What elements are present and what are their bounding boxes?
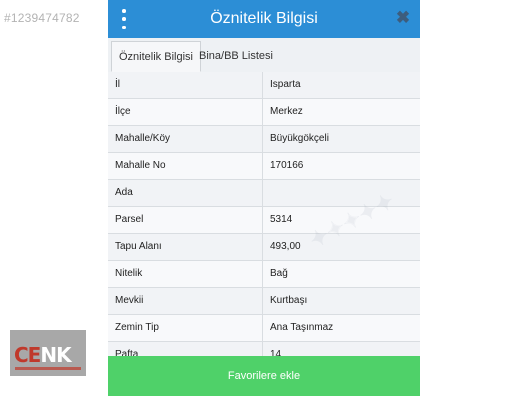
company-logo: CENK	[10, 330, 86, 376]
panel-title: Öznitelik Bilgisi	[210, 10, 318, 27]
row-value	[263, 180, 420, 206]
row-label: Mahalle No	[108, 153, 263, 179]
tab-attribute-info[interactable]: Öznitelik Bilgisi	[111, 41, 201, 72]
row-label: Mahalle/Köy	[108, 126, 263, 152]
table-row: Mevkii Kurtbaşı	[108, 288, 420, 315]
table-row: İlçe Merkez	[108, 99, 420, 126]
row-label: Parsel	[108, 207, 263, 233]
table-row: Tapu Alanı 493,00	[108, 234, 420, 261]
row-value: Ana Taşınmaz	[270, 322, 334, 333]
row-label: İl	[108, 72, 263, 98]
row-label: İlçe	[108, 99, 263, 125]
table-row: Zemin Tip Ana Taşınmaz	[108, 315, 420, 342]
panel-header: Öznitelik Bilgisi ✖	[108, 0, 420, 38]
row-label: Mevkii	[108, 288, 263, 314]
tab-bar: Öznitelik Bilgisi Bina/BB Listesi	[108, 38, 420, 73]
add-to-favorites-button[interactable]: Favorilere ekle	[108, 356, 420, 396]
table-row: Mahalle No 170166	[108, 153, 420, 180]
attribute-panel: Öznitelik Bilgisi ✖ Öznitelik Bilgisi Bi…	[108, 0, 420, 396]
tab-building-list[interactable]: Bina/BB Listesi	[192, 41, 280, 72]
table-row: Mahalle/Köy Büyükgökçeli	[108, 126, 420, 153]
row-value: Kurtbaşı	[270, 295, 308, 306]
row-label: Ada	[108, 180, 263, 206]
row-label: Zemin Tip	[108, 315, 263, 341]
table-row: İl Isparta	[108, 72, 420, 99]
logo-text: CENK	[14, 343, 72, 367]
close-icon[interactable]: ✖	[394, 8, 412, 28]
row-value: Büyükgökçeli	[270, 133, 329, 144]
row-value: Merkez	[270, 106, 303, 117]
row-label: Tapu Alanı	[108, 234, 263, 260]
listing-id: #1239474782	[4, 11, 80, 25]
table-row: Nitelik Bağ	[108, 261, 420, 288]
row-label: Nitelik	[108, 261, 263, 287]
logo-underline	[15, 367, 81, 370]
row-value: Isparta	[270, 79, 301, 90]
row-value: Bağ	[270, 268, 288, 279]
row-value: 170166	[270, 160, 304, 171]
